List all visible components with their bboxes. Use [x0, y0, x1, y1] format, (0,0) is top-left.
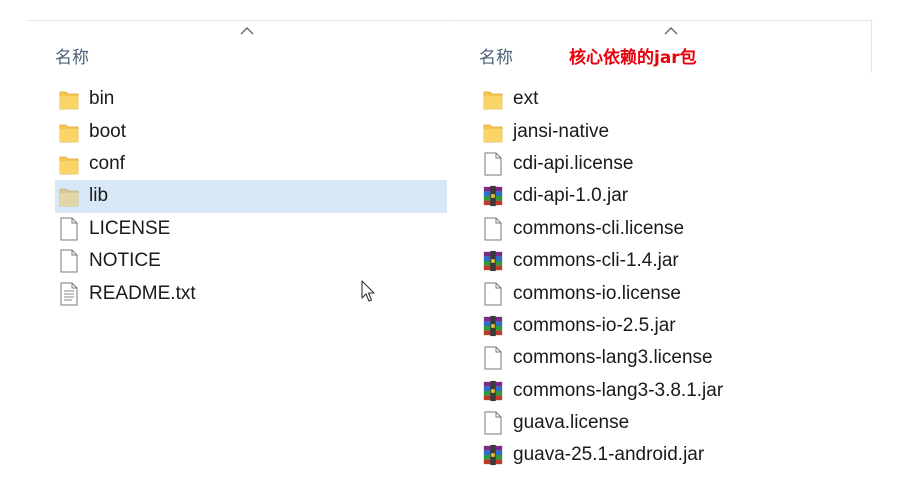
mouse-cursor-icon [361, 280, 375, 302]
text-file-icon [58, 281, 80, 307]
file-icon [58, 216, 80, 242]
folder-icon [482, 119, 504, 145]
file-list-item[interactable]: guava-25.1-android.jar [451, 439, 873, 471]
jar-archive-icon [482, 248, 504, 274]
sort-ascending-icon[interactable] [664, 26, 678, 36]
right-explorer-pane: 名称 核心依赖的jar包 ext jansi-native cdi-api.lice… [451, 18, 873, 488]
file-name-label: commons-cli.license [513, 217, 685, 239]
file-name-label: conf [89, 152, 125, 174]
file-name-label: boot [89, 120, 126, 142]
folder-icon [58, 183, 80, 209]
jar-archive-icon [482, 313, 504, 339]
file-list-item[interactable]: bin [27, 83, 450, 115]
file-name-label: guava-25.1-android.jar [513, 444, 705, 466]
file-name-label: lib [89, 185, 109, 207]
file-list-item[interactable]: cdi-api-1.0.jar [451, 180, 873, 212]
file-name-label: README.txt [89, 282, 196, 304]
file-list-item[interactable]: guava.license [451, 407, 873, 439]
folder-icon [58, 151, 80, 177]
file-list-item[interactable]: commons-io.license [451, 277, 873, 309]
file-name-label: cdi-api.license [513, 152, 634, 174]
file-name-label: commons-io-2.5.jar [513, 314, 676, 336]
file-list-item[interactable]: ext [451, 83, 873, 115]
file-icon [58, 248, 80, 274]
file-list-item[interactable]: README.txt [27, 277, 450, 309]
jar-archive-icon [482, 442, 504, 468]
file-list: bin boot conf lib LICENSE NOTICE README.txt [27, 83, 450, 310]
left-explorer-pane: 名称 bin boot conf lib LICENSE NOTICE README.txt [27, 18, 450, 308]
column-divider[interactable] [871, 21, 872, 73]
file-name-label: commons-io.license [513, 282, 681, 304]
file-icon [482, 345, 504, 371]
file-list: ext jansi-native cdi-api.license cdi-api-1.… [451, 83, 873, 472]
file-icon [482, 410, 504, 436]
file-name-label: jansi-native [513, 120, 610, 142]
name-column-header[interactable]: 名称 [479, 43, 513, 68]
file-list-item[interactable]: NOTICE [27, 245, 450, 277]
file-list-item[interactable]: commons-cli.license [451, 213, 873, 245]
file-name-label: cdi-api-1.0.jar [513, 185, 629, 207]
file-name-label: bin [89, 88, 115, 110]
file-list-item[interactable]: boot [27, 115, 450, 147]
header-divider [451, 20, 873, 21]
file-icon [482, 281, 504, 307]
file-list-item[interactable]: commons-io-2.5.jar [451, 310, 873, 342]
annotation-label: 核心依赖的jar包 [569, 48, 697, 68]
file-name-label: commons-lang3.license [513, 347, 713, 369]
folder-icon [58, 86, 80, 112]
jar-archive-icon [482, 183, 504, 209]
file-list-item[interactable]: cdi-api.license [451, 148, 873, 180]
header-divider [27, 20, 450, 21]
jar-archive-icon [482, 378, 504, 404]
file-name-label: LICENSE [89, 217, 171, 239]
file-list-item[interactable]: conf [27, 148, 450, 180]
file-name-label: ext [513, 88, 539, 110]
file-list-item[interactable]: lib [55, 180, 447, 213]
file-list-item[interactable]: LICENSE [27, 213, 450, 245]
file-list-item[interactable]: commons-lang3.license [451, 342, 873, 374]
file-list-item[interactable]: commons-lang3-3.8.1.jar [451, 375, 873, 407]
name-column-header[interactable]: 名称 [55, 43, 89, 68]
folder-icon [482, 86, 504, 112]
file-name-label: commons-lang3-3.8.1.jar [513, 379, 724, 401]
file-name-label: guava.license [513, 412, 630, 434]
file-list-item[interactable]: jansi-native [451, 115, 873, 147]
file-icon [482, 151, 504, 177]
sort-ascending-icon[interactable] [240, 26, 254, 36]
file-list-item[interactable]: commons-cli-1.4.jar [451, 245, 873, 277]
file-icon [482, 216, 504, 242]
file-name-label: commons-cli-1.4.jar [513, 250, 679, 272]
folder-icon [58, 119, 80, 145]
file-name-label: NOTICE [89, 250, 161, 272]
